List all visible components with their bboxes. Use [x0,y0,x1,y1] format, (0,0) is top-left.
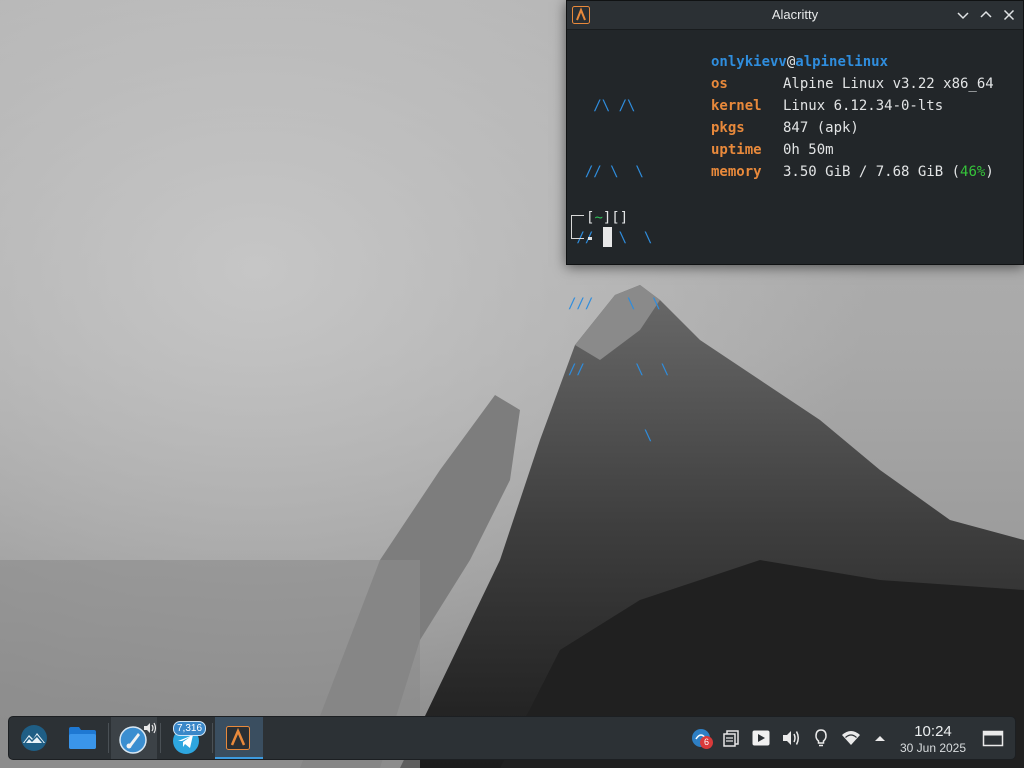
task-separator [212,723,213,753]
info-row-uptime: uptime 0h 50m [711,139,994,161]
info-value: Linux 6.12.34-0-lts [783,98,944,114]
info-key: os [711,76,728,92]
alpine-ascii-logo: /\ /\ // \ \ // \ \ /// \ \ // \ \ \ [568,51,669,491]
info-value: 3.50 GiB / 7.68 GiB ( [783,164,961,180]
hostname: alpinelinux [795,54,889,70]
audio-playing-icon [144,722,157,734]
notification-count-badge: 6 [700,736,713,749]
logo-line: /\ /\ [568,98,636,114]
user-host-line: onlykievv@alpinelinux [711,51,994,73]
telegram-unread-badge: 7,316 [173,721,207,736]
info-value: ) [985,164,994,180]
terminal-cursor [603,227,612,247]
alacritty-icon [226,726,250,750]
system-info: onlykievv@alpinelinux os Alpine Linux v3.… [711,51,994,183]
info-key: pkgs [711,120,745,136]
taskbar: 7,316 6 10:24 30 Jun 2025 [8,716,1016,760]
info-value: 0h 50m [783,142,834,158]
wifi-icon[interactable] [841,728,861,748]
volume-icon[interactable] [781,728,801,748]
clock-date[interactable]: 30 Jun 2025 [889,741,977,755]
show-desktop-icon[interactable] [982,728,1004,748]
alpine-mountain-icon [21,725,47,751]
launcher-application-menu[interactable] [11,717,57,759]
logo-line: // \ \ [568,164,644,180]
media-player-tray-icon[interactable] [751,728,771,748]
launcher-separator [108,723,109,753]
close-button[interactable] [1001,7,1017,23]
task-separator [160,723,161,753]
info-row-os: os Alpine Linux v3.22 x86_64 [711,73,994,95]
info-row-pkgs: pkgs 847 (apk) [711,117,994,139]
info-value: Alpine Linux v3.22 x86_64 [783,76,994,92]
logo-line: \ [568,428,653,444]
info-value: 847 (apk) [783,120,859,136]
prompt-dot [588,237,592,240]
clipboard-icon[interactable] [721,728,741,748]
minimize-button[interactable] [955,7,971,23]
info-key: uptime [711,142,762,158]
info-row-memory: memory 3.50 GiB / 7.68 GiB (46%) [711,161,994,183]
tray-expand-arrow-icon[interactable] [870,728,890,748]
info-row-kernel: kernel Linux 6.12.34-0-lts [711,95,994,117]
night-light-icon[interactable] [811,728,831,748]
username: onlykievv [711,54,787,70]
prompt-close: ][] [602,210,629,226]
logo-line: // \ \ [568,362,670,378]
alacritty-window[interactable]: Alacritty /\ /\ // \ \ // \ \ /// \ \ //… [566,0,1024,444]
terminal-content[interactable]: /\ /\ // \ \ // \ \ /// \ \ // \ \ \ onl… [567,29,1023,444]
prompt-line: [~][] [586,207,628,229]
prompt-bracket [571,215,584,239]
window-titlebar[interactable]: Alacritty [567,1,1023,30]
info-key: kernel [711,98,762,114]
maximize-button[interactable] [978,7,994,23]
task-media-player[interactable] [111,717,157,759]
prompt-dir: ~ [594,210,603,226]
clock-time[interactable]: 10:24 [889,723,977,740]
launcher-file-manager[interactable] [59,717,105,759]
logo-line: /// \ \ [568,296,661,312]
task-alacritty[interactable] [215,717,263,759]
info-key: memory [711,164,762,180]
memory-percent: 46% [960,164,986,180]
folder-icon [69,727,96,749]
